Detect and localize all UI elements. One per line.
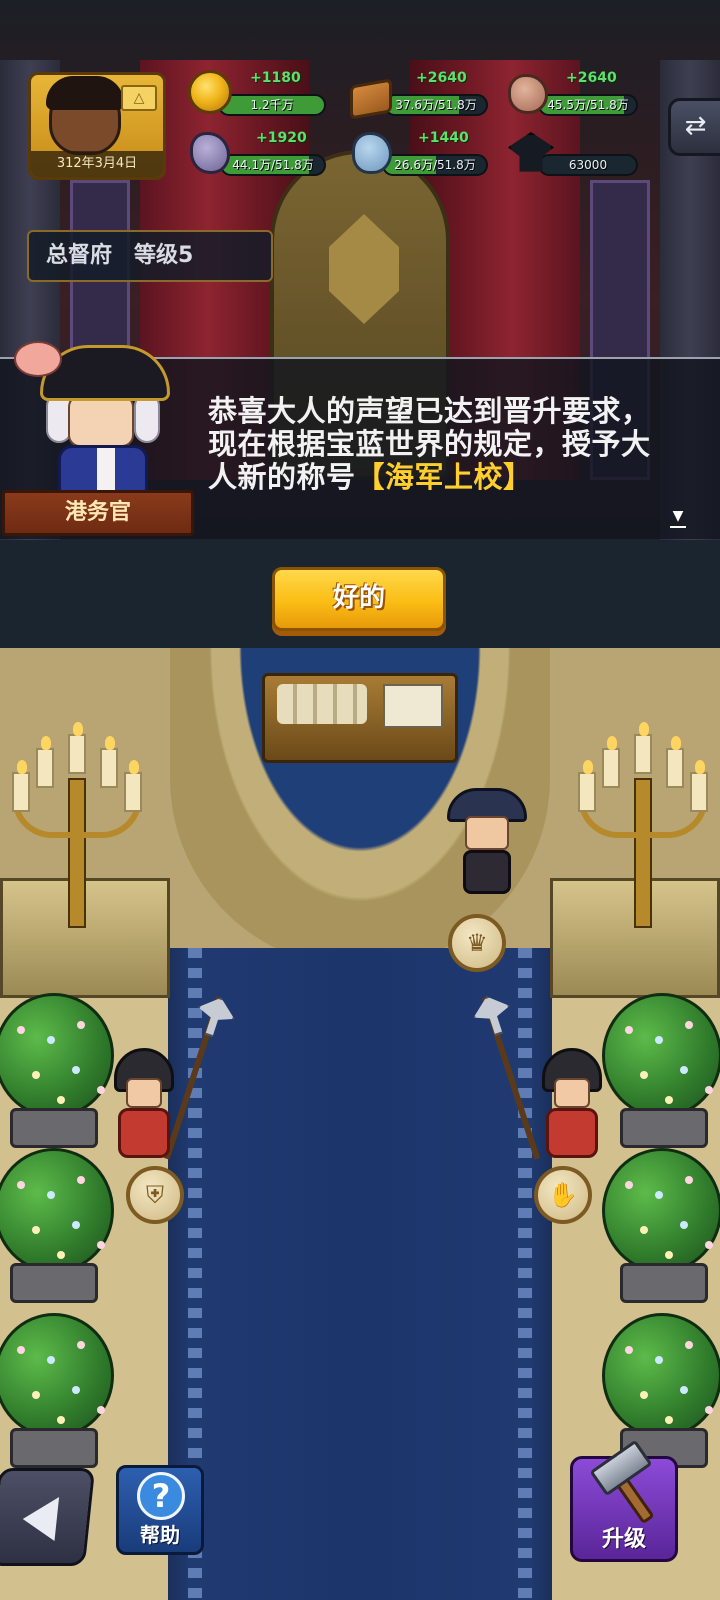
iron-ore-icon (190, 132, 230, 174)
right-candelabra (568, 718, 718, 938)
npc-coat (58, 445, 148, 493)
gold-coin-icon (188, 70, 232, 114)
left-guard[interactable] (104, 1048, 184, 1168)
planter (10, 1263, 98, 1303)
gold-gain: +1180 (250, 70, 301, 86)
npc-face (68, 395, 134, 447)
feather-icon (14, 341, 62, 377)
crown-icon[interactable]: ♛ (448, 914, 506, 972)
hammer-icon (589, 1439, 669, 1525)
swap-resources-button[interactable]: ⇄ (668, 98, 720, 156)
building-level: 等级5 (134, 243, 194, 268)
continue-arrow-icon[interactable]: ▼ (670, 508, 686, 528)
building-name: 总督府 (46, 243, 113, 268)
shrub (602, 993, 720, 1118)
triangle-rank-icon: △ (121, 85, 157, 111)
resource-crystal[interactable]: +1440 26.6万/51.8万 (352, 130, 492, 180)
resource-research[interactable]: 63000 (508, 130, 640, 180)
avatar (46, 76, 124, 155)
dialog-text: 恭喜大人的声望已达到晋升要求，现在根据宝蓝世界的规定，授予大人新的称号【海军上校… (208, 395, 678, 494)
upgrade-label: 升级 (601, 1527, 646, 1552)
wood-bar: 37.6万/51.8万 (384, 94, 488, 116)
scrolls-icon (277, 684, 367, 724)
officer-npc[interactable] (447, 788, 527, 898)
resource-iron[interactable]: +1920 44.1万/51.8万 (190, 130, 330, 180)
open-book-icon (383, 684, 443, 728)
speaker-name-plate: 港务官 (2, 490, 194, 536)
shield-icon[interactable]: ⛨ (126, 1166, 184, 1224)
new-title-highlight: 【海军上校】 (355, 460, 533, 494)
clay-gain: +2640 (566, 70, 617, 86)
ok-button[interactable]: 好的 (272, 567, 446, 631)
gold-value: 1.2千万 (250, 98, 294, 112)
wood-gain: +2640 (416, 70, 467, 86)
shrub (602, 1148, 720, 1273)
left-candelabra (2, 718, 152, 938)
building-title: 总督府 等级5 (27, 230, 273, 282)
blue-carpet (168, 948, 552, 1600)
planter (620, 1108, 708, 1148)
game-date: 312年3月4日 (31, 151, 163, 177)
research-value: 63000 (568, 158, 608, 172)
clay-value: 45.5万/51.8万 (547, 98, 629, 112)
help-button[interactable]: ? 帮助 (116, 1465, 204, 1555)
player-avatar-button[interactable]: △ 312年3月4日 (28, 72, 166, 180)
planter (10, 1108, 98, 1148)
planter (620, 1263, 708, 1303)
document-desk[interactable] (262, 673, 458, 763)
iron-value: 44.1万/51.8万 (232, 158, 314, 172)
harbor-officer-portrait (10, 335, 170, 495)
crystal-value: 26.6万/51.8万 (394, 158, 476, 172)
glove-icon[interactable]: ✋ (534, 1166, 592, 1224)
clay-bar: 45.5万/51.8万 (538, 94, 638, 116)
crystal-ore-icon (352, 132, 392, 174)
wood-value: 37.6万/51.8万 (395, 98, 477, 112)
crystal-gain: +1440 (418, 130, 469, 146)
swap-arrows-icon: ⇄ (684, 111, 707, 141)
research-bar: 63000 (538, 154, 638, 176)
resource-clay[interactable]: +2640 45.5万/51.8万 (508, 70, 640, 120)
question-mark-icon: ? (137, 1472, 185, 1520)
shrub (602, 1313, 720, 1438)
planter (10, 1428, 98, 1468)
clay-ore-icon (508, 74, 548, 114)
iron-gain: +1920 (256, 130, 307, 146)
back-button[interactable] (0, 1468, 96, 1566)
crystal-bar: 26.6万/51.8万 (382, 154, 488, 176)
resource-wood[interactable]: +2640 37.6万/51.8万 (350, 70, 490, 120)
help-label: 帮助 (140, 1523, 180, 1547)
resource-gold[interactable]: +1180 1.2千万 (188, 70, 328, 120)
gold-bar: 1.2千万 (218, 94, 326, 116)
iron-bar: 44.1万/51.8万 (220, 154, 326, 176)
right-guard[interactable] (532, 1048, 612, 1168)
upgrade-button[interactable]: 升级 (570, 1439, 678, 1562)
